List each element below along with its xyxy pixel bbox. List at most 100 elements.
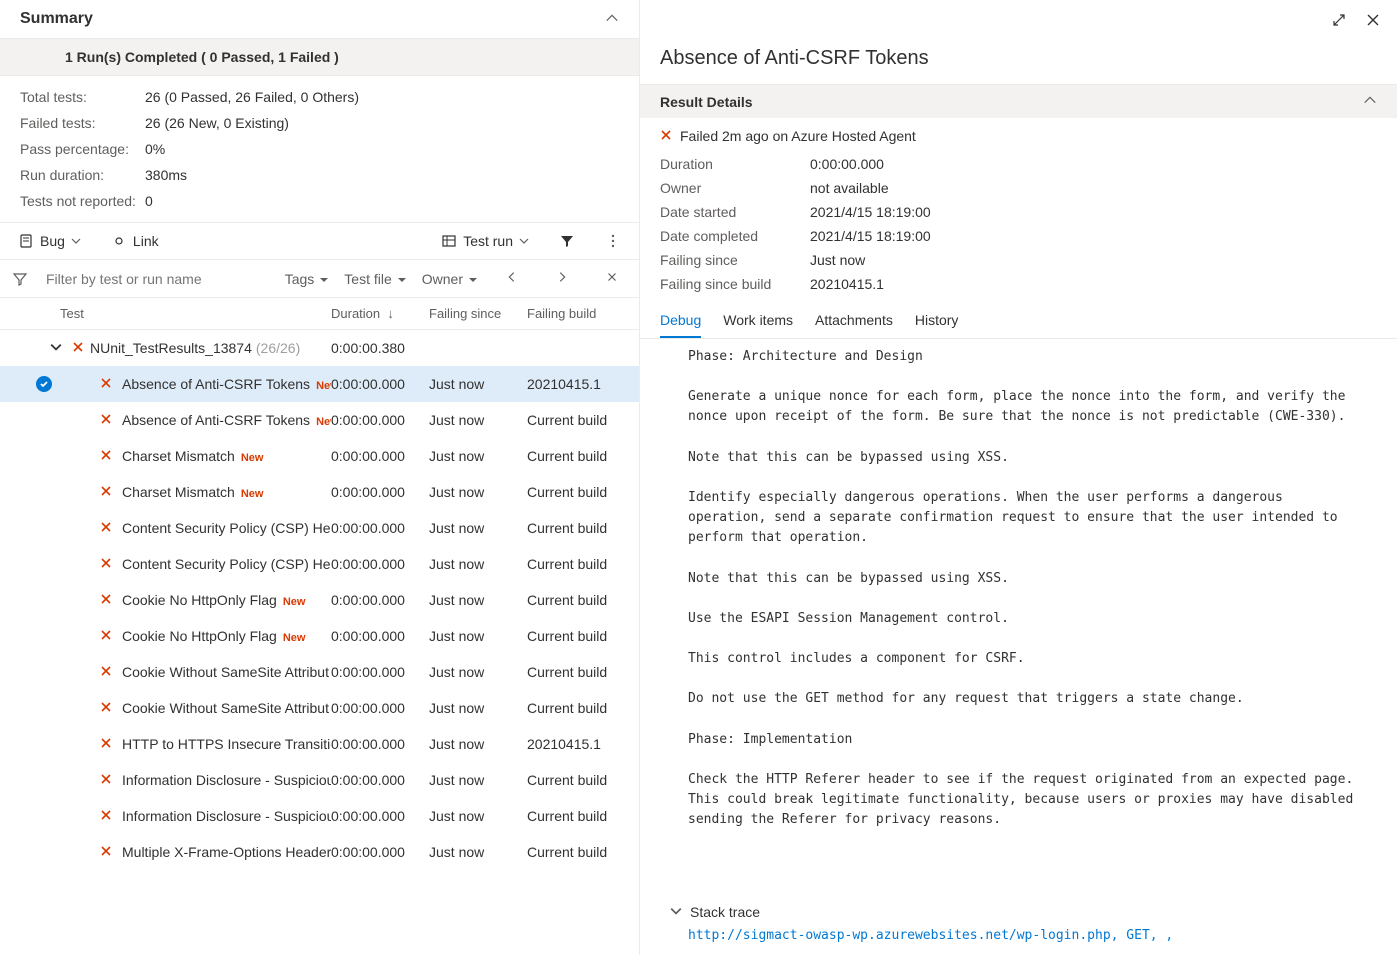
close-button[interactable] [1361, 8, 1385, 35]
chevron-down-icon [71, 233, 81, 249]
prop-key: Failing since build [660, 276, 810, 292]
test-row[interactable]: Multiple X-Frame-Options Header 0:00:00.… [0, 834, 639, 870]
table-header: Test Duration ↓ Failing since Failing bu… [0, 298, 639, 330]
test-row[interactable]: Cookie Without SameSite Attribut 0:00:00… [0, 654, 639, 690]
funnel-icon [559, 233, 575, 249]
more-button[interactable] [599, 229, 627, 253]
test-failing-build: Current build [527, 844, 627, 860]
filter-row: Tags Test file Owner [0, 260, 639, 298]
test-name: HTTP to HTTPS Insecure Transitior [122, 736, 331, 752]
chevron-up-icon[interactable] [605, 11, 619, 28]
tab-history[interactable]: History [915, 304, 959, 338]
debug-body[interactable]: Phase: Architecture and Design Generate … [640, 339, 1397, 892]
test-row[interactable]: HTTP to HTTPS Insecure Transitior 0:00:0… [0, 726, 639, 762]
col-failing-since[interactable]: Failing since [429, 306, 527, 321]
sort-arrow-icon: ↓ [387, 306, 394, 321]
test-failing-build: 20210415.1 [527, 376, 627, 392]
test-name: Content Security Policy (CSP) Heac [122, 556, 331, 572]
summary-header[interactable]: Summary [0, 0, 639, 39]
summary-key: Failed tests: [20, 115, 145, 131]
summary-key: Total tests: [20, 89, 145, 105]
test-duration: 0:00:00.000 [331, 376, 429, 392]
test-duration: 0:00:00.000 [331, 628, 429, 644]
test-failing-since: Just now [429, 520, 527, 536]
test-duration: 0:00:00.000 [331, 412, 429, 428]
test-row[interactable]: Information Disclosure - Suspiciou 0:00:… [0, 762, 639, 798]
summary-row: Pass percentage:0% [20, 136, 619, 162]
detail-prop: Ownernot available [660, 176, 1377, 200]
test-row[interactable]: Cookie No HttpOnly FlagNew 0:00:00.000 J… [0, 618, 639, 654]
test-failing-since: Just now [429, 484, 527, 500]
prop-val: not available [810, 180, 889, 196]
tab-work-items[interactable]: Work items [723, 304, 793, 338]
summary-val: 26 (0 Passed, 26 Failed, 0 Others) [145, 89, 359, 105]
stack-trace-header[interactable]: Stack trace [640, 892, 1397, 924]
test-row[interactable]: Charset MismatchNew 0:00:00.000 Just now… [0, 474, 639, 510]
test-row[interactable]: Absence of Anti-CSRF TokensNew 0:00:00.0… [0, 402, 639, 438]
group-duration: 0:00:00.380 [331, 340, 429, 356]
owner-dropdown[interactable]: Owner [422, 271, 477, 287]
fail-icon [100, 844, 114, 860]
testfile-dropdown[interactable]: Test file [344, 271, 405, 287]
detail-tabs: Debug Work items Attachments History [640, 304, 1397, 339]
next-button[interactable] [547, 266, 577, 291]
summary-key: Run duration: [20, 167, 145, 183]
summary-key: Tests not reported: [20, 193, 145, 209]
prev-button[interactable] [497, 266, 527, 291]
detail-prop: Duration0:00:00.000 [660, 152, 1377, 176]
filter-input[interactable] [44, 270, 269, 288]
group-row[interactable]: NUnit_TestResults_13874 (26/26) 0:00:00.… [0, 330, 639, 366]
prop-key: Duration [660, 156, 810, 172]
test-row[interactable]: Information Disclosure - Suspiciou 0:00:… [0, 798, 639, 834]
summary-val: 26 (26 New, 0 Existing) [145, 115, 289, 131]
test-rows: NUnit_TestResults_13874 (26/26) 0:00:00.… [0, 330, 639, 955]
test-failing-since: Just now [429, 448, 527, 464]
test-row[interactable]: Content Security Policy (CSP) Heac 0:00:… [0, 510, 639, 546]
prop-val: 2021/4/15 18:19:00 [810, 204, 931, 220]
tab-debug[interactable]: Debug [660, 304, 701, 338]
test-row[interactable]: Cookie Without SameSite Attribut 0:00:00… [0, 690, 639, 726]
tab-attachments[interactable]: Attachments [815, 304, 893, 338]
test-failing-build: Current build [527, 808, 627, 824]
fail-icon [100, 448, 114, 464]
col-duration[interactable]: Duration ↓ [331, 306, 429, 321]
summary-row: Run duration:380ms [20, 162, 619, 188]
link-button[interactable]: Link [105, 229, 165, 253]
test-failing-since: Just now [429, 592, 527, 608]
test-row[interactable]: Charset MismatchNew 0:00:00.000 Just now… [0, 438, 639, 474]
chevron-down-icon[interactable] [50, 340, 62, 356]
detail-prop: Date started2021/4/15 18:19:00 [660, 200, 1377, 224]
close-filter-button[interactable] [597, 266, 627, 291]
col-failing-build[interactable]: Failing build [527, 306, 627, 321]
test-name: Multiple X-Frame-Options Header [122, 844, 331, 860]
test-run-dropdown[interactable]: Test run [435, 229, 535, 253]
bug-button[interactable]: Bug [12, 229, 87, 253]
fail-icon [100, 736, 114, 752]
test-failing-build: Current build [527, 448, 627, 464]
fail-text: Failed 2m ago on Azure Hosted Agent [680, 128, 916, 144]
toolbar: Bug Link Test run [0, 222, 639, 260]
test-failing-build: Current build [527, 556, 627, 572]
detail-prop: Date completed2021/4/15 18:19:00 [660, 224, 1377, 248]
stack-title: Stack trace [690, 904, 760, 920]
test-name: Information Disclosure - Suspiciou [122, 808, 331, 824]
expand-button[interactable] [1327, 8, 1351, 35]
chevron-up-icon[interactable] [1363, 93, 1377, 110]
test-duration: 0:00:00.000 [331, 664, 429, 680]
tags-dropdown[interactable]: Tags [285, 271, 329, 287]
prop-key: Owner [660, 180, 810, 196]
test-name: Charset MismatchNew [122, 448, 331, 464]
test-duration: 0:00:00.000 [331, 556, 429, 572]
result-details-header[interactable]: Result Details [640, 84, 1397, 118]
stack-link[interactable]: http://sigmact-owasp-wp.azurewebsites.ne… [640, 924, 1397, 955]
prop-val: 20210415.1 [810, 276, 884, 292]
test-row[interactable]: Absence of Anti-CSRF TokensNew 0:00:00.0… [0, 366, 639, 402]
test-failing-build: Current build [527, 664, 627, 680]
filter-toggle-button[interactable] [553, 229, 581, 253]
test-row[interactable]: Content Security Policy (CSP) Heac 0:00:… [0, 546, 639, 582]
prop-val: Just now [810, 252, 865, 268]
test-row[interactable]: Cookie No HttpOnly FlagNew 0:00:00.000 J… [0, 582, 639, 618]
col-test[interactable]: Test [60, 306, 331, 321]
bug-label: Bug [40, 233, 65, 249]
filter-icon [12, 271, 28, 287]
